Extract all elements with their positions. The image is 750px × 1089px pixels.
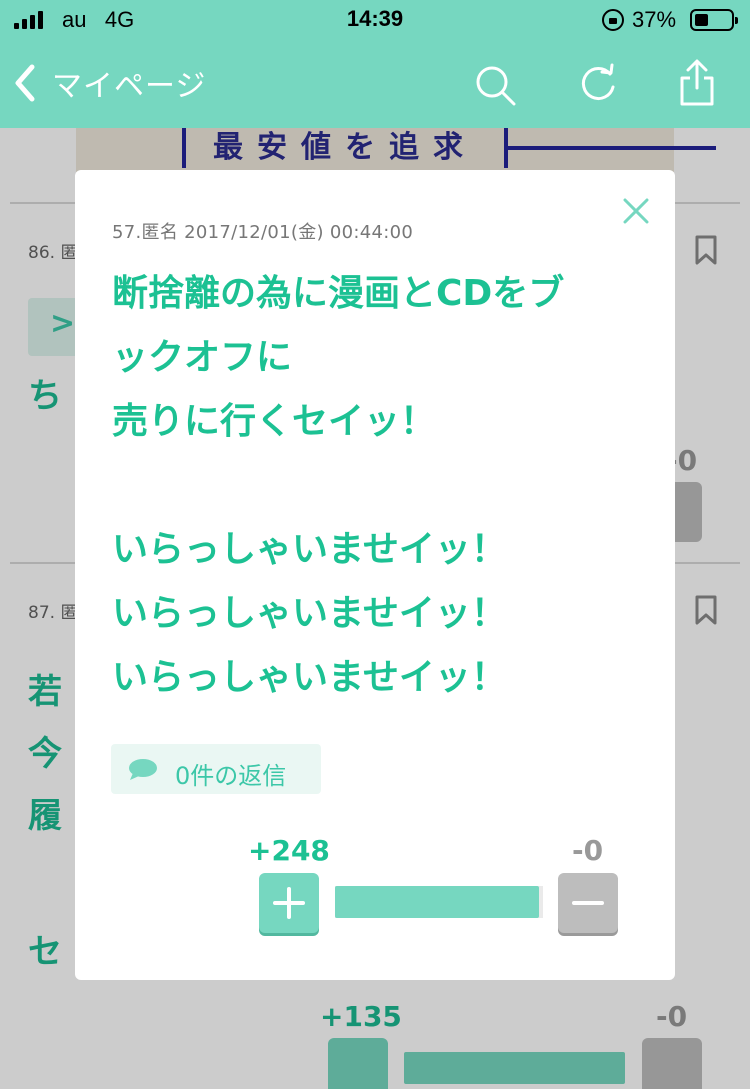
plus-button[interactable] — [259, 873, 319, 933]
comment-meta: 57.匿名 2017/12/01(金) 00:44:00 — [112, 222, 414, 243]
comment-line: いらっしゃいませイッ！ — [112, 529, 507, 570]
plus-icon — [273, 887, 305, 919]
back-label: マイページ — [52, 69, 207, 104]
comment-modal: 57.匿名 2017/12/01(金) 00:44:00 断捨離の為に漫画とCD… — [75, 170, 675, 980]
minus-button[interactable] — [558, 873, 618, 933]
comment-body: 断捨離の為に漫画とCDをブ ックオフに 売りに行くセイッ！ いらっしゃいませイッ… — [112, 262, 652, 710]
chevron-left-icon — [15, 64, 35, 102]
minus-icon — [572, 901, 604, 905]
share-icon[interactable] — [674, 58, 720, 108]
close-icon[interactable] — [621, 196, 651, 226]
comment-line: いらっしゃいませイッ！ — [112, 657, 507, 698]
orientation-lock-icon — [602, 9, 624, 31]
plus-count: +248 — [248, 834, 330, 867]
refresh-icon[interactable] — [576, 62, 622, 108]
nav-bar: マイページ — [0, 40, 750, 128]
vote-bar-fill — [335, 886, 539, 918]
reply-count-label: 0件の返信 — [175, 762, 287, 790]
speech-bubble-icon — [129, 759, 157, 780]
reply-button[interactable]: 0件の返信 — [111, 744, 321, 794]
search-icon[interactable] — [472, 62, 518, 108]
back-button[interactable]: マイページ — [12, 58, 206, 108]
battery-percent: 37% — [632, 7, 677, 32]
comment-line: 売りに行くセイッ！ — [112, 401, 437, 442]
battery-icon — [690, 9, 738, 31]
status-bar: au 4G 14:39 37% — [0, 0, 750, 40]
minus-count: -0 — [572, 834, 604, 867]
comment-line: ックオフに — [112, 337, 293, 378]
comment-line: いらっしゃいませイッ！ — [112, 593, 507, 634]
comment-line: 断捨離の為に漫画とCDをブ — [112, 273, 565, 314]
comment-line — [112, 454, 652, 518]
vote-bar — [335, 886, 543, 918]
